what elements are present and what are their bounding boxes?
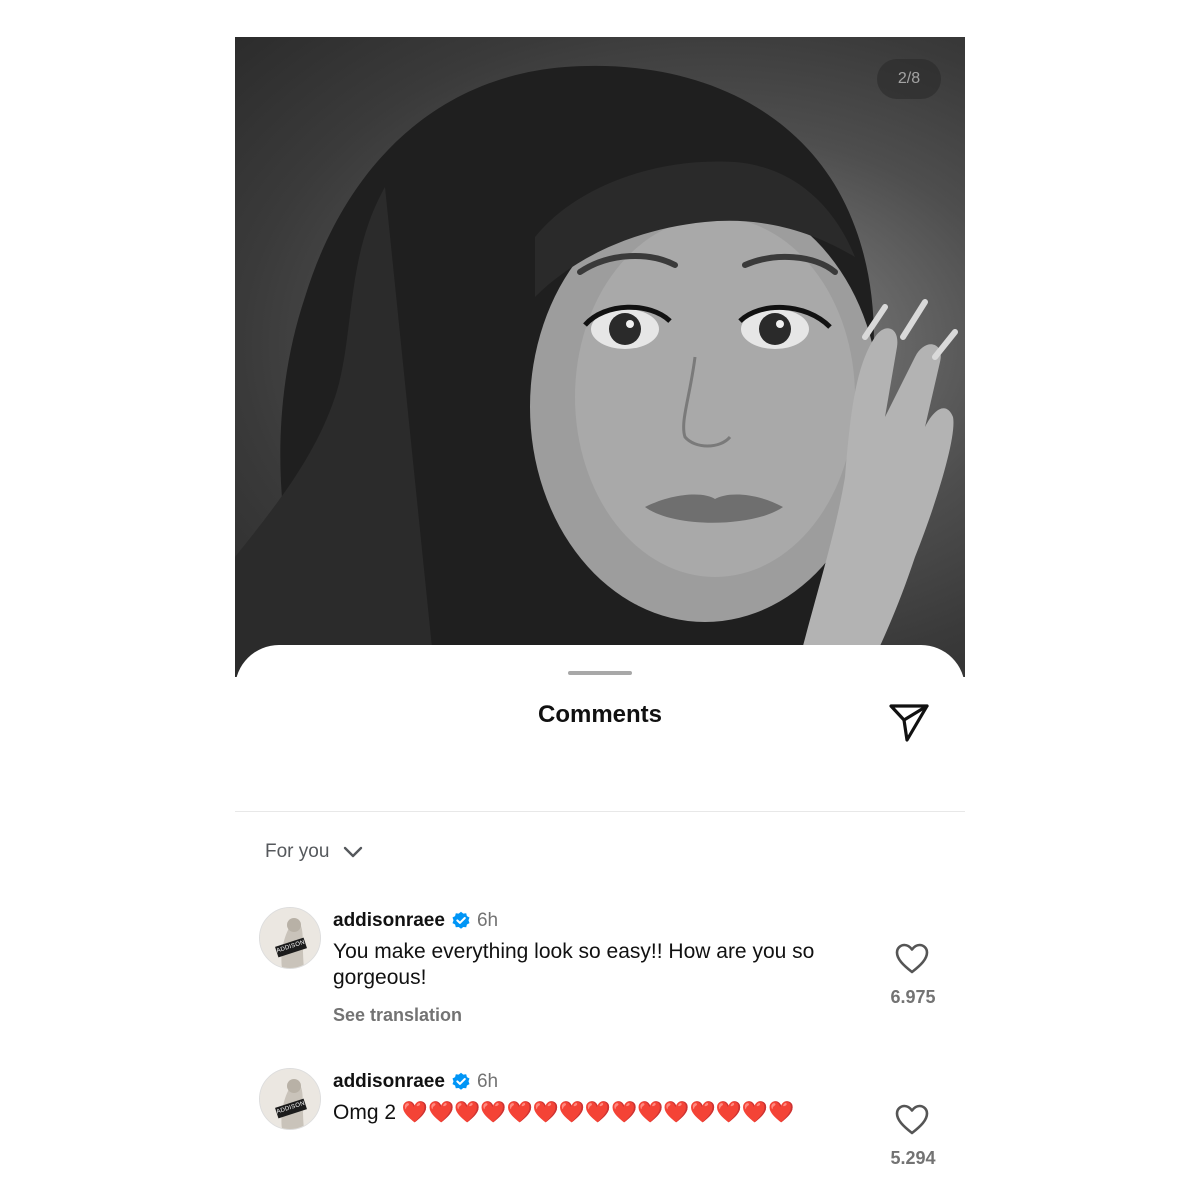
comment-text-prefix: Omg 2 xyxy=(333,1101,397,1124)
avatar[interactable]: ADDISON xyxy=(259,1068,321,1130)
portrait-illustration xyxy=(235,66,958,677)
chevron-down-icon xyxy=(344,846,363,858)
comment-filter-dropdown[interactable]: For you xyxy=(265,837,363,867)
verified-badge-icon xyxy=(452,1072,470,1090)
like-button[interactable] xyxy=(895,943,929,975)
carousel-counter: 2/8 xyxy=(877,59,941,99)
comments-sheet: Comments For you ADDISON addisonraee 6h … xyxy=(235,645,965,1168)
paper-plane-icon xyxy=(889,704,929,742)
verified-badge-icon xyxy=(452,911,470,929)
post-photo[interactable]: 2/8 xyxy=(235,37,965,677)
comment-timestamp: 6h xyxy=(476,1071,499,1092)
comments-title: Comments xyxy=(537,701,663,728)
post-viewer: 2/8 Comments For you ADDISON addisonraee… xyxy=(235,37,965,1168)
see-translation-link[interactable]: See translation xyxy=(333,1005,462,1026)
avatar-image xyxy=(260,1069,320,1129)
like-count: 6.975 xyxy=(890,987,936,1007)
heart-outline-icon xyxy=(895,943,929,974)
comment-username[interactable]: addisonraee xyxy=(333,910,445,932)
sheet-grabber[interactable] xyxy=(568,671,632,675)
share-button[interactable] xyxy=(887,700,931,744)
filter-label: For you xyxy=(265,841,330,862)
heart-emoji-string: ❤️❤️❤️❤️❤️❤️❤️❤️❤️❤️❤️❤️❤️❤️❤️ xyxy=(401,1101,795,1124)
comment-text: Omg 2 ❤️❤️❤️❤️❤️❤️❤️❤️❤️❤️❤️❤️❤️❤️❤️ xyxy=(333,1100,853,1126)
like-button[interactable] xyxy=(895,1104,929,1136)
avatar[interactable]: ADDISON xyxy=(259,907,321,969)
comment-text: You make everything look so easy!! How a… xyxy=(333,940,815,989)
header-divider xyxy=(235,811,965,812)
comment-timestamp: 6h xyxy=(476,910,499,931)
comment-username[interactable]: addisonraee xyxy=(333,1071,445,1093)
avatar-image xyxy=(260,908,320,968)
like-count: 5.294 xyxy=(890,1148,936,1168)
heart-outline-icon xyxy=(895,1104,929,1135)
